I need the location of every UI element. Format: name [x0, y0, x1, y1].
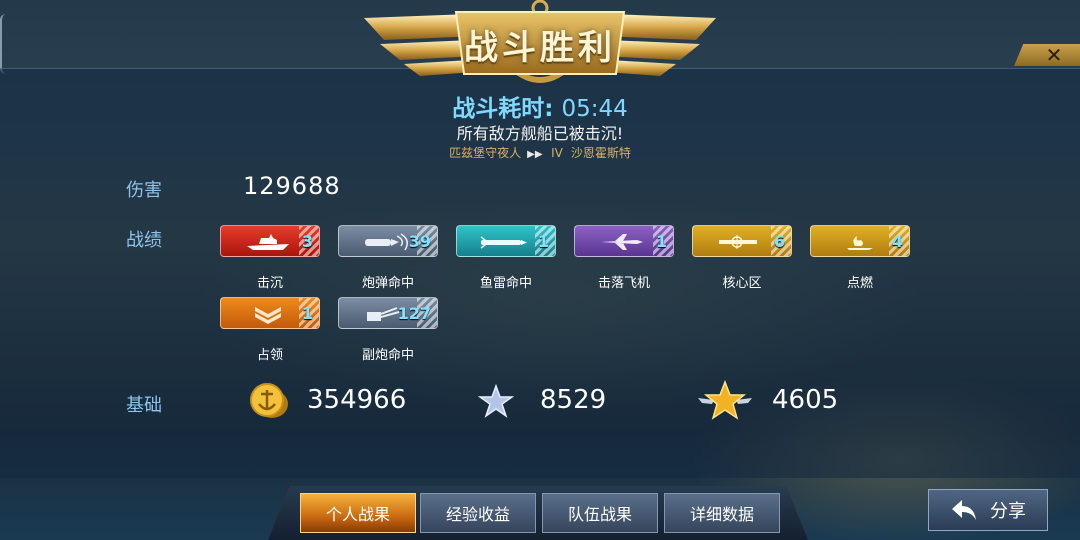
battle-time-value: 05:44: [561, 96, 628, 122]
achievement-caption: 核心区: [722, 276, 762, 291]
coin-icon: [250, 383, 288, 418]
share-button[interactable]: 分享: [928, 489, 1048, 531]
close-button[interactable]: ✕: [1014, 44, 1080, 66]
side-edge-decoration: [0, 14, 8, 74]
fire-icon: [847, 236, 873, 250]
torpedo-icon: [480, 236, 527, 249]
damage-label: 伤害: [126, 180, 162, 201]
achievement-caption: 占领: [256, 348, 283, 363]
enemy-ship-name: 沙恩霍斯特: [570, 146, 631, 160]
achievement-badge-citadel[interactable]: 6: [692, 225, 792, 257]
achievement-badge-sink[interactable]: 3: [220, 225, 320, 257]
share-arrow-icon: [952, 500, 976, 520]
achievement-count: 6: [773, 232, 785, 251]
battle-time: 战斗耗时: 05:44: [0, 89, 1080, 123]
achievement-count: 1: [537, 232, 549, 251]
tab-personal-result[interactable]: 个人战果: [300, 493, 416, 533]
shell-icon: [365, 233, 408, 251]
achievement-caption: 点燃: [846, 276, 873, 291]
achievement-count: 1: [655, 232, 667, 251]
warship-icon: [247, 234, 289, 250]
victory-title: 战斗胜利: [464, 28, 616, 68]
exp-star-icon: [478, 384, 514, 418]
achievement-badge-torpedo-hit[interactable]: 1: [456, 225, 556, 257]
plane-icon: [601, 234, 643, 250]
battle-result-text: 所有敌方舰船已被击沉!: [456, 124, 624, 143]
achievement-count: 39: [408, 232, 431, 251]
achievement-caption: 击落飞机: [597, 276, 650, 291]
achievement-count: 4: [891, 232, 903, 251]
achievement-badge-capture[interactable]: 1: [220, 297, 320, 329]
victory-banner: 战斗胜利: [360, 0, 720, 92]
achievement-count: 127: [397, 304, 431, 323]
exp-value: 8529: [540, 385, 607, 415]
achievement-caption: 炮弹命中: [361, 276, 414, 291]
citadel-icon: [719, 235, 757, 249]
share-label: 分享: [990, 501, 1026, 522]
captain-exp-value: 4605: [772, 385, 839, 415]
ship-class-icon: ▶▶: [527, 149, 543, 160]
achievement-count: 1: [301, 304, 313, 323]
battle-time-label: 战斗耗时:: [452, 96, 554, 122]
tab-team-result[interactable]: 队伍战果: [542, 493, 658, 533]
enemy-ship-tier: IV: [551, 146, 563, 160]
achievement-badge-plane-shot[interactable]: 1: [574, 225, 674, 257]
coins-value: 354966: [307, 385, 407, 415]
achievement-badge-secondary-hit[interactable]: 127: [338, 297, 438, 329]
achievement-badge-shell-hit[interactable]: 39: [338, 225, 438, 257]
player-ship-name: 匹兹堡守夜人: [449, 146, 522, 160]
damage-value: 129688: [243, 172, 341, 200]
capture-chevron-icon: [255, 307, 281, 324]
achievement-count: 3: [301, 232, 313, 251]
achievement-caption: 击沉: [256, 276, 283, 291]
close-icon: ✕: [1045, 43, 1063, 67]
base-label: 基础: [126, 395, 162, 416]
achievement-caption: 鱼雷命中: [479, 276, 532, 291]
tab-exp-gain[interactable]: 经验收益: [420, 493, 536, 533]
tab-detail-data[interactable]: 详细数据: [664, 493, 780, 533]
achievement-caption: 副炮命中: [361, 348, 414, 363]
achievements-label: 战绩: [126, 230, 162, 251]
achievement-badge-fire[interactable]: 4: [810, 225, 910, 257]
ship-matchup: 匹兹堡守夜人 ▶▶ IV 沙恩霍斯特: [0, 144, 1080, 161]
captain-exp-winged-star-icon: [698, 380, 752, 420]
